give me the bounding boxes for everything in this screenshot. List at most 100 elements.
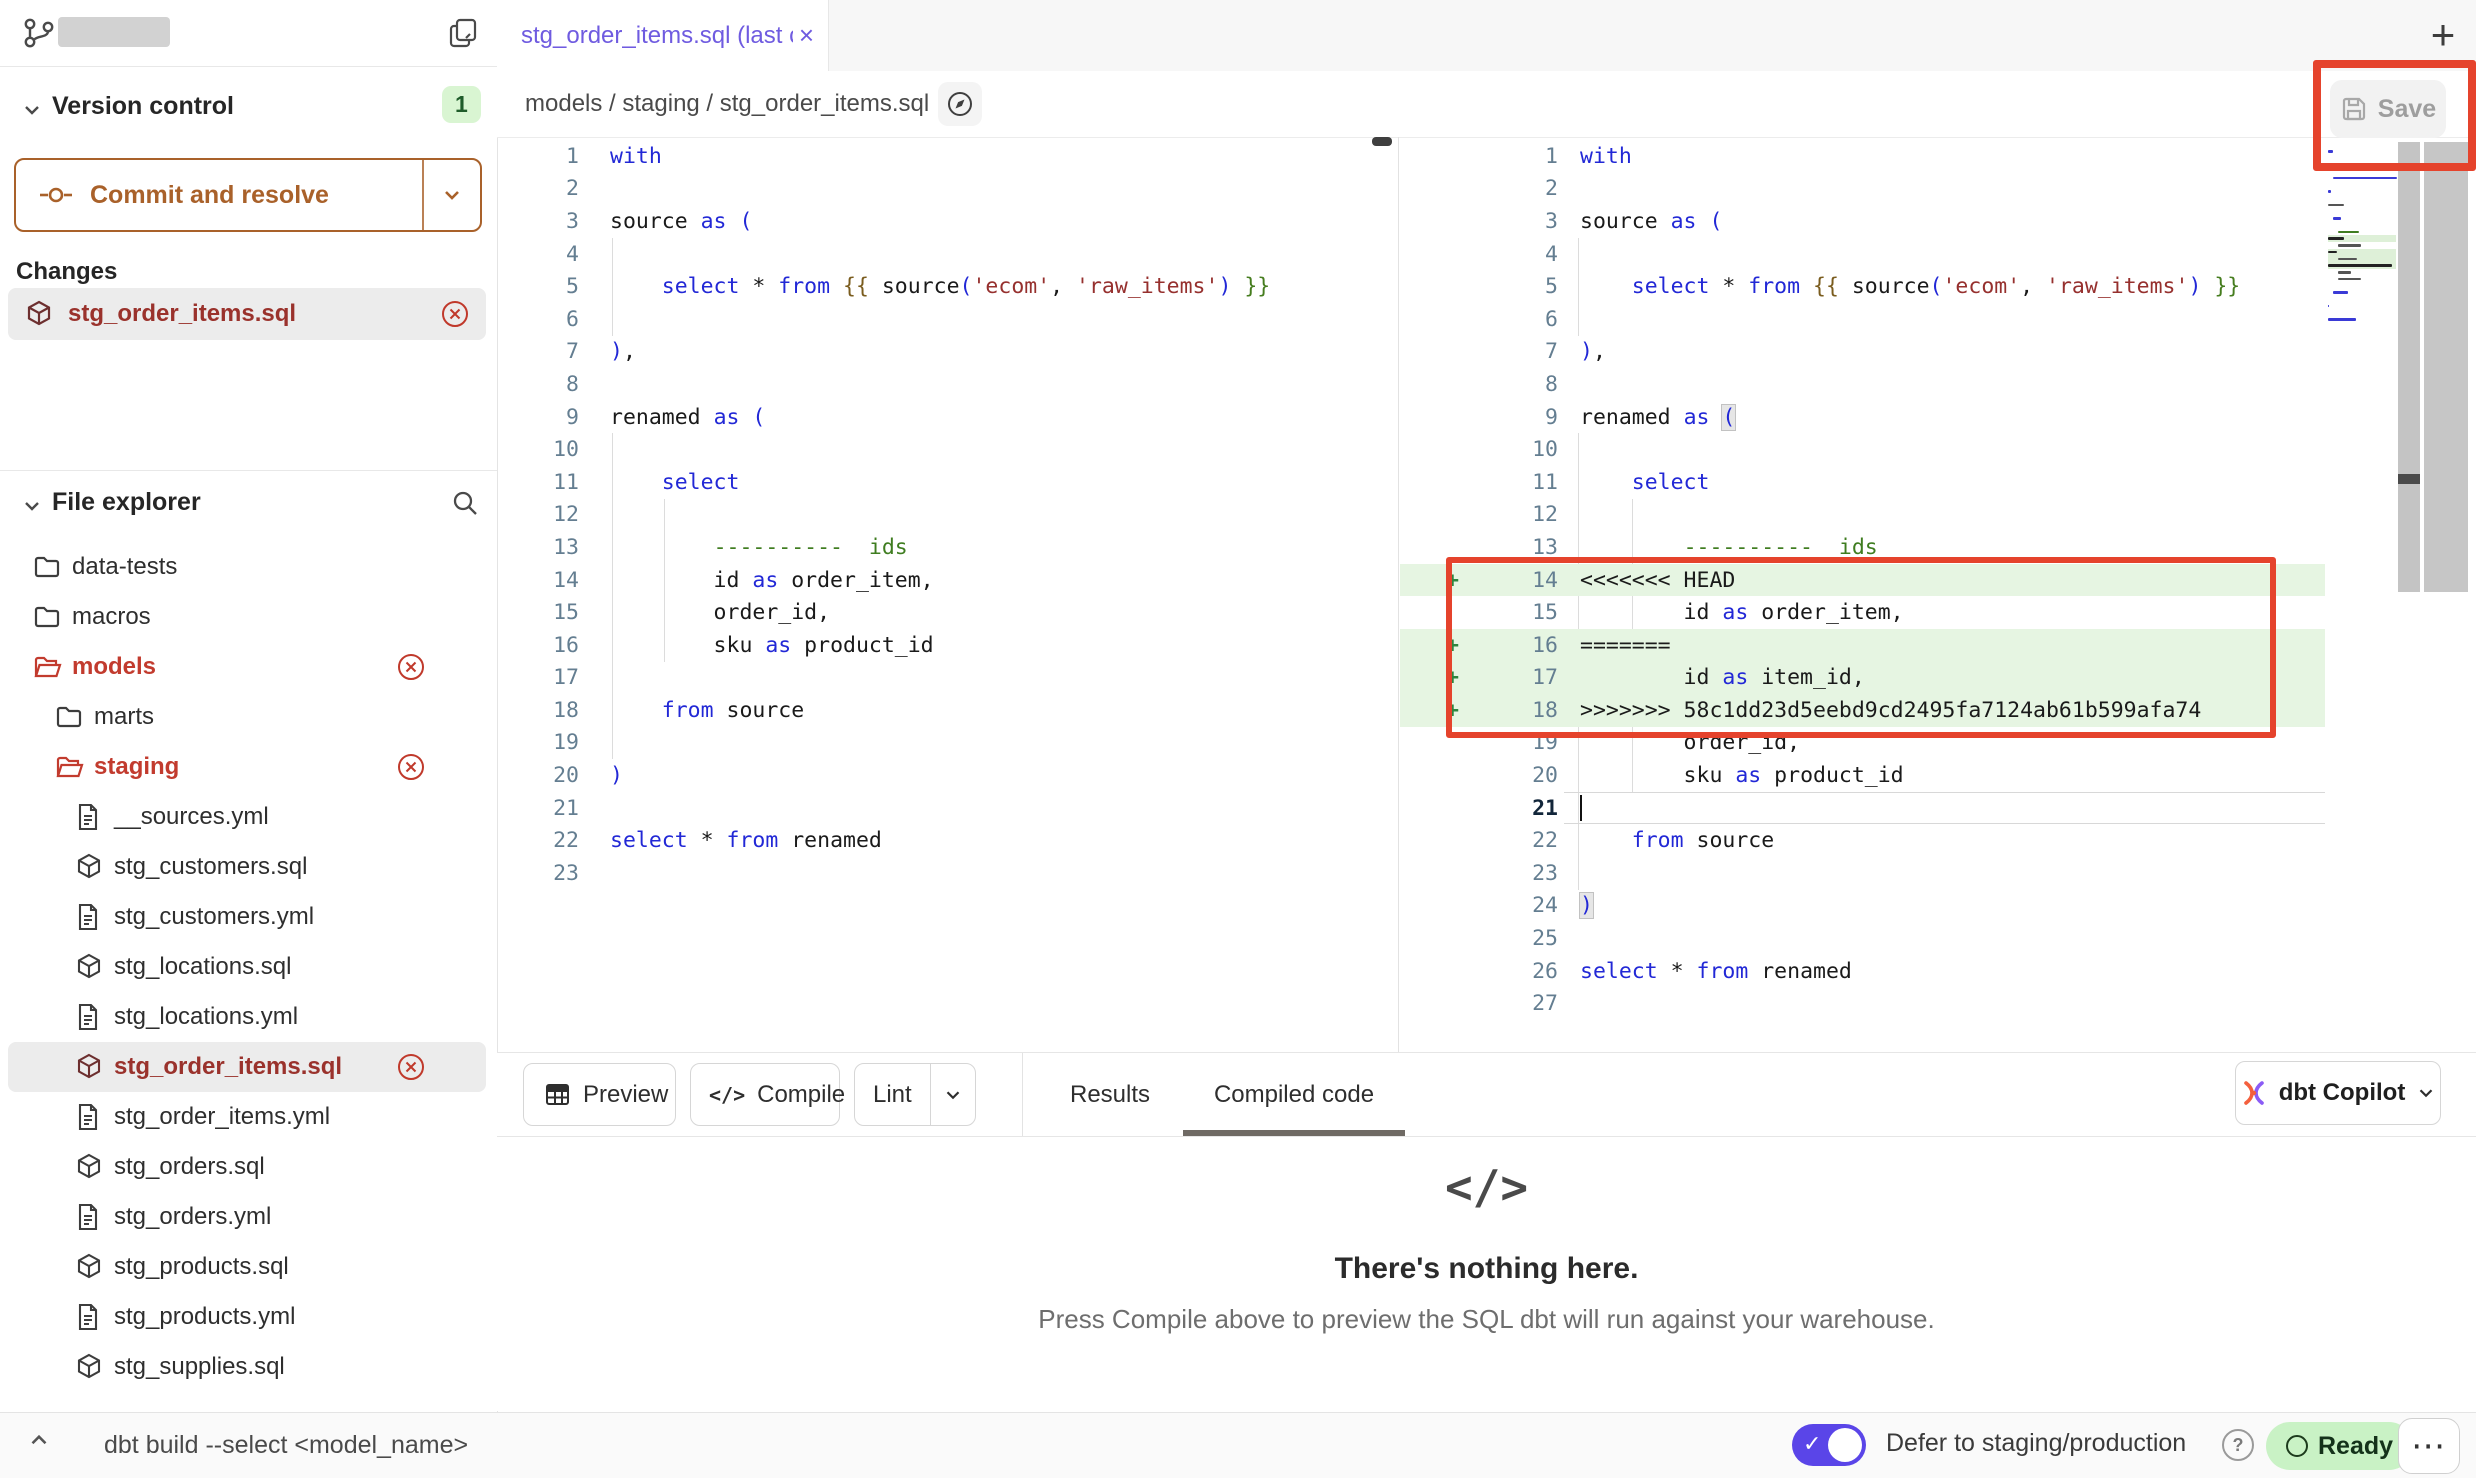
code-line-22[interactable]: 22 from source [1400, 824, 2325, 857]
file-tree-item-macros[interactable]: macros [8, 592, 486, 642]
file-tree-item-stg-products-yml[interactable]: stg_products.yml [8, 1292, 486, 1342]
scrollbar-track[interactable] [2398, 142, 2420, 592]
file-tree-item-data-tests[interactable]: data-tests [8, 542, 486, 592]
pane-divider[interactable] [1398, 137, 1399, 1052]
version-control-header[interactable]: Version control 1 [0, 84, 497, 136]
code-line-12[interactable]: 12 [497, 499, 1398, 532]
code-line-23[interactable]: 23 [1400, 857, 2325, 890]
new-tab-button[interactable]: + [2420, 12, 2466, 58]
code-line-3[interactable]: 3source as ( [497, 205, 1398, 238]
code-line-6[interactable]: 6 [497, 303, 1398, 336]
code-line-19[interactable]: 19 order_id, [1400, 727, 2325, 760]
tab-results[interactable]: Results [1045, 1053, 1175, 1136]
code-line-18[interactable]: 18 from source [497, 694, 1398, 727]
code-line-5[interactable]: 5 select * from {{ source('ecom', 'raw_i… [497, 270, 1398, 303]
discard-change-icon[interactable] [396, 652, 426, 682]
file-tree-item-stg-orders-yml[interactable]: stg_orders.yml [8, 1192, 486, 1242]
code-line-4[interactable]: 4 [497, 238, 1398, 271]
code-line-17[interactable]: +17 id as item_id, [1400, 662, 2325, 695]
ready-status-badge[interactable]: Ready [2266, 1422, 2413, 1470]
code-line-12[interactable]: 12 [1400, 499, 2325, 532]
code-line-13[interactable]: 13 ---------- ids [497, 531, 1398, 564]
discard-change-icon[interactable] [396, 752, 426, 782]
code-line-24[interactable]: 24) [1400, 890, 2325, 923]
tab-compiled-code[interactable]: Compiled code [1183, 1053, 1405, 1136]
code-line-15[interactable]: 15 order_id, [497, 596, 1398, 629]
lint-button[interactable]: Lint [854, 1063, 976, 1126]
scrollbar-thumb[interactable] [2398, 474, 2420, 484]
lint-options-chevron-icon[interactable] [931, 1084, 975, 1106]
minimap[interactable] [2328, 148, 2396, 329]
code-line-25[interactable]: 25 [1400, 922, 2325, 955]
code-line-26[interactable]: 26select * from renamed [1400, 955, 2325, 988]
file-tree-item-stg-order-items-sql[interactable]: stg_order_items.sql [8, 1042, 486, 1092]
code-line-7[interactable]: 7), [497, 336, 1398, 369]
file-tree-item-stg-products-sql[interactable]: stg_products.sql [8, 1242, 486, 1292]
code-line-1[interactable]: 1with [1400, 140, 2325, 173]
code-line-6[interactable]: 6 [1400, 303, 2325, 336]
expand-command-bar-icon[interactable] [26, 1427, 52, 1453]
code-line-21[interactable]: 21 [497, 792, 1398, 825]
discard-change-icon[interactable] [440, 299, 470, 329]
code-line-14[interactable]: 14 id as order_item, [497, 564, 1398, 597]
code-line-4[interactable]: 4 [1400, 238, 2325, 271]
code-line-8[interactable]: 8 [497, 368, 1398, 401]
commit-and-resolve-button[interactable]: Commit and resolve [14, 158, 482, 232]
commit-options-chevron-icon[interactable] [424, 183, 480, 207]
preview-button[interactable]: Preview [523, 1063, 676, 1126]
scrollbar-track-outer[interactable] [2424, 142, 2468, 592]
copy-icon[interactable] [446, 16, 480, 50]
code-line-19[interactable]: 19 [497, 727, 1398, 760]
code-line-16[interactable]: +16======= [1400, 629, 2325, 662]
code-line-27[interactable]: 27 [1400, 987, 2325, 1020]
dbt-copilot-button[interactable]: dbt Copilot [2235, 1061, 2441, 1125]
code-line-15[interactable]: 15 id as order_item, [1400, 596, 2325, 629]
code-line-9[interactable]: 9renamed as ( [497, 401, 1398, 434]
lineage-compass-button[interactable] [938, 82, 982, 126]
discard-change-icon[interactable] [396, 1052, 426, 1082]
file-explorer-header[interactable]: File explorer [0, 482, 497, 532]
file-tree-item-stg-locations-yml[interactable]: stg_locations.yml [8, 992, 486, 1042]
editor-pane-incoming[interactable]: 1with23source as (45 select * from {{ so… [1400, 137, 2325, 1052]
code-line-20[interactable]: 20) [497, 759, 1398, 792]
code-line-10[interactable]: 10 [1400, 433, 2325, 466]
code-line-2[interactable]: 2 [1400, 173, 2325, 206]
help-question-icon[interactable]: ? [2222, 1429, 2254, 1461]
code-line-14[interactable]: +14<<<<<<< HEAD [1400, 564, 2325, 597]
code-line-18[interactable]: +18>>>>>>> 58c1dd23d5eebd9cd2495fa7124ab… [1400, 694, 2325, 727]
save-button[interactable]: Save [2330, 80, 2446, 138]
file-tree-item-stg-customers-sql[interactable]: stg_customers.sql [8, 842, 486, 892]
file-tree-item-models[interactable]: models [8, 642, 486, 692]
more-options-button[interactable]: ⋯ [2398, 1418, 2460, 1474]
file-tree-item-staging[interactable]: staging [8, 742, 486, 792]
file-tree-item-stg-supplies-sql[interactable]: stg_supplies.sql [8, 1342, 486, 1392]
tab-stg-order-items[interactable]: stg_order_items.sql (last c... × [497, 0, 829, 71]
code-line-3[interactable]: 3source as ( [1400, 205, 2325, 238]
file-tree-item-stg-customers-yml[interactable]: stg_customers.yml [8, 892, 486, 942]
file-tree-item-marts[interactable]: marts [8, 692, 486, 742]
code-line-20[interactable]: 20 sku as product_id [1400, 759, 2325, 792]
command-input[interactable]: dbt build --select <model_name> [104, 1431, 468, 1460]
code-line-23[interactable]: 23 [497, 857, 1398, 890]
code-line-11[interactable]: 11 select [1400, 466, 2325, 499]
code-line-17[interactable]: 17 [497, 662, 1398, 695]
tab-close-icon[interactable]: × [799, 20, 814, 51]
defer-toggle[interactable]: ✓ [1792, 1424, 1866, 1466]
code-line-21[interactable]: 21 [1400, 792, 2325, 825]
code-line-7[interactable]: 7), [1400, 336, 2325, 369]
code-line-10[interactable]: 10 [497, 433, 1398, 466]
code-line-13[interactable]: 13 ---------- ids [1400, 531, 2325, 564]
file-tree-item-stg-orders-sql[interactable]: stg_orders.sql [8, 1142, 486, 1192]
file-tree-item-stg-locations-sql[interactable]: stg_locations.sql [8, 942, 486, 992]
file-tree-item--sources-yml[interactable]: __sources.yml [8, 792, 486, 842]
code-line-2[interactable]: 2 [497, 173, 1398, 206]
code-line-11[interactable]: 11 select [497, 466, 1398, 499]
code-line-1[interactable]: 1with [497, 140, 1398, 173]
code-line-16[interactable]: 16 sku as product_id [497, 629, 1398, 662]
code-line-5[interactable]: 5 select * from {{ source('ecom', 'raw_i… [1400, 270, 2325, 303]
editor-pane-working[interactable]: 1with23source as (45 select * from {{ so… [497, 137, 1398, 1052]
code-line-9[interactable]: 9renamed as ( [1400, 401, 2325, 434]
code-line-22[interactable]: 22select * from renamed [497, 824, 1398, 857]
file-tree-item-stg-order-items-yml[interactable]: stg_order_items.yml [8, 1092, 486, 1142]
code-line-8[interactable]: 8 [1400, 368, 2325, 401]
